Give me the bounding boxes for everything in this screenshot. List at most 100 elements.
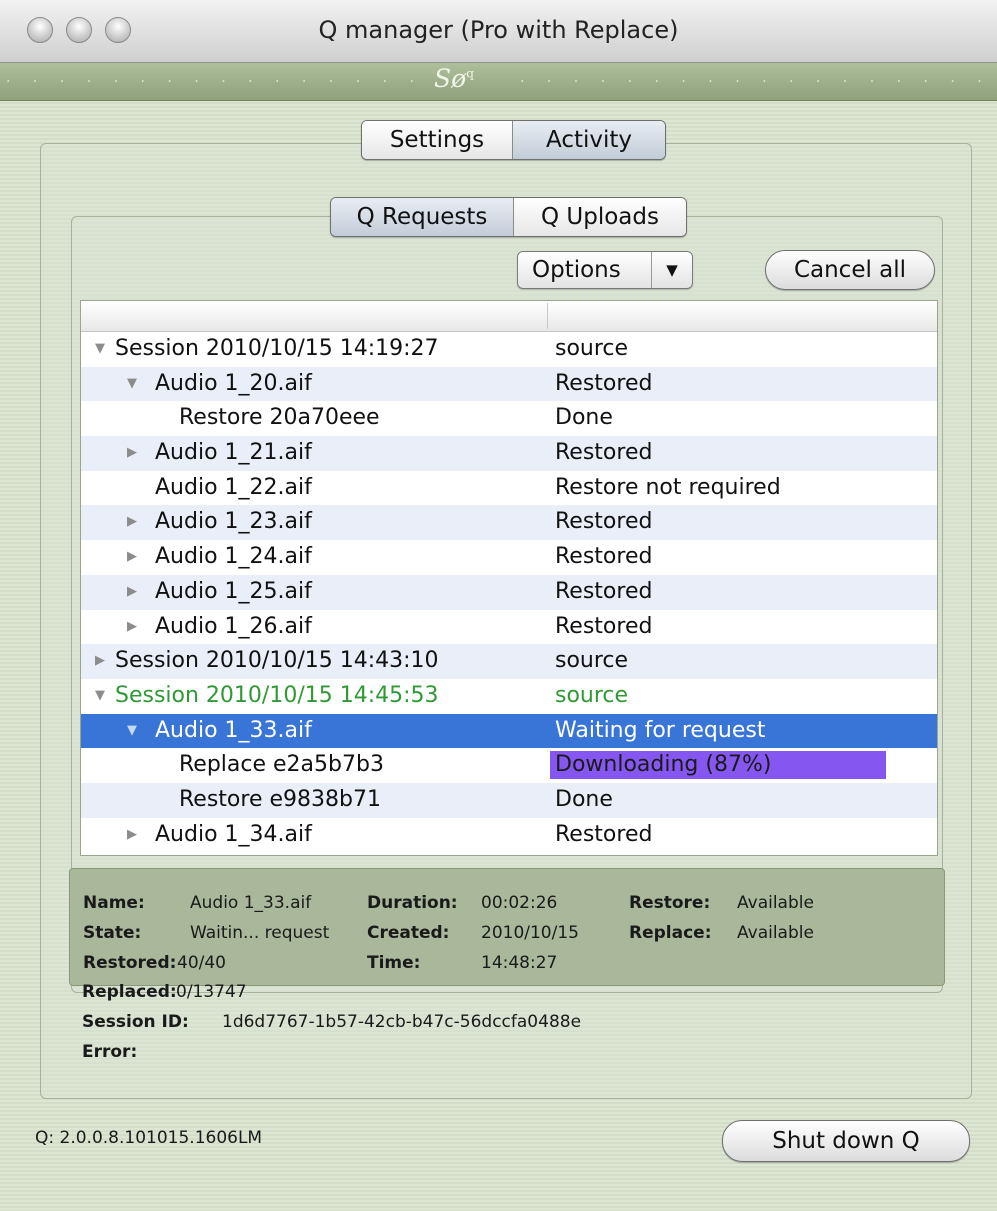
- disclosure-collapsed-icon[interactable]: ▶: [127, 818, 137, 852]
- row-name: Audio 1_24.aif: [155, 544, 312, 570]
- replace-value: Available: [737, 923, 814, 943]
- file-row[interactable]: Audio 1_22.aif Restore not required: [81, 471, 937, 506]
- sub-tab-control: Q Requests Q Uploads: [330, 197, 687, 237]
- detail-panel: Name: Audio 1_33.aif Duration: 00:02:26 …: [69, 868, 945, 986]
- q-manager-window: Q manager (Pro with Replace) . . . . . .…: [0, 0, 997, 1211]
- row-status: Waiting for request: [555, 717, 766, 743]
- window-title: Q manager (Pro with Replace): [318, 16, 679, 44]
- options-popup[interactable]: Options ▼: [517, 251, 693, 289]
- row-status: Done: [555, 786, 613, 812]
- session-id-value: 1d6d7767-1b57-42cb-b47c-56dccfa0488e: [222, 1012, 582, 1032]
- disclosure-collapsed-icon[interactable]: ▶: [127, 610, 137, 644]
- disclosure-expanded-icon[interactable]: ▼: [127, 367, 137, 401]
- row-status: source: [555, 682, 629, 708]
- row-name: Audio 1_23.aif: [155, 509, 312, 535]
- row-name: Restore 20a70eee: [179, 405, 380, 431]
- table-header[interactable]: [81, 301, 937, 332]
- brand-dots-right: . . . . . . . . . . . . . . . . . . . . …: [520, 70, 997, 86]
- download-progress-bar: Downloading (87%): [550, 751, 886, 780]
- row-name: Session 2010/10/15 14:45:53: [115, 682, 439, 708]
- created-label: Created:: [367, 923, 450, 943]
- cancel-all-button[interactable]: Cancel all: [765, 250, 935, 290]
- row-name: Session 2010/10/15 14:19:27: [115, 336, 439, 361]
- row-status: Restored: [555, 440, 653, 466]
- state-value: Waitin... request: [190, 923, 330, 943]
- session-row[interactable]: ▼ Session 2010/10/15 14:45:53 source: [81, 679, 937, 714]
- brand-bar: . . . . . . . . . . . . . . . . . . . . …: [0, 63, 997, 101]
- row-status: source: [555, 648, 629, 674]
- row-status: Restored: [555, 578, 653, 604]
- created-value: 2010/10/15: [481, 923, 579, 943]
- restore-value: Available: [737, 893, 814, 913]
- time-value: 14:48:27: [481, 953, 558, 973]
- disclosure-collapsed-icon[interactable]: ▶: [127, 540, 137, 574]
- row-name: Audio 1_26.aif: [155, 613, 312, 639]
- tab-settings[interactable]: Settings: [362, 121, 512, 159]
- file-row[interactable]: ▶ Audio 1_24.aif Restored: [81, 540, 937, 575]
- disclosure-collapsed-icon[interactable]: ▶: [95, 644, 105, 678]
- disclosure-collapsed-icon[interactable]: ▶: [127, 505, 137, 539]
- chevron-down-icon: ▼: [651, 252, 692, 288]
- state-label: State:: [83, 923, 142, 943]
- row-status: Restore not required: [555, 474, 781, 500]
- session-row[interactable]: ▶ Session 2010/10/15 14:43:10 source: [81, 644, 937, 679]
- file-row[interactable]: ▼ Audio 1_20.aif Restored: [81, 366, 937, 402]
- duration-label: Duration:: [367, 893, 458, 913]
- restore-label: Restore:: [629, 893, 711, 913]
- version-label: Q: 2.0.0.8.101015.1606LM: [35, 1128, 263, 1148]
- row-name: Restore e9838b71: [179, 786, 381, 812]
- shut-down-button[interactable]: Shut down Q: [722, 1120, 970, 1162]
- disclosure-expanded-icon[interactable]: ▼: [95, 679, 105, 713]
- file-row[interactable]: ▼ Audio 1_33.aif Waiting for request: [81, 713, 937, 749]
- options-label: Options: [532, 257, 621, 283]
- row-name: Audio 1_20.aif: [155, 370, 312, 396]
- disclosure-collapsed-icon[interactable]: ▶: [127, 575, 137, 609]
- row-name: Audio 1_33.aif: [155, 717, 312, 743]
- replaced-value: 0/13747: [176, 982, 247, 1002]
- task-row[interactable]: Restore e9838b71 Done: [81, 782, 937, 818]
- task-row[interactable]: Replace e2a5b7b3 Downloading (87%): [81, 748, 937, 783]
- tab-q-requests[interactable]: Q Requests: [331, 198, 513, 236]
- row-status: Done: [555, 405, 613, 431]
- task-row[interactable]: Restore 20a70eee Done: [81, 401, 937, 436]
- row-name: Audio 1_34.aif: [155, 821, 312, 847]
- replaced-label: Replaced:: [82, 982, 177, 1002]
- column-divider: [547, 303, 548, 329]
- row-name: Replace e2a5b7b3: [179, 752, 384, 778]
- duration-value: 00:02:26: [481, 893, 558, 913]
- logo-text: Sø: [434, 64, 467, 93]
- error-label: Error:: [82, 1042, 138, 1062]
- row-status: Restored: [555, 370, 653, 396]
- file-row[interactable]: ▶ Audio 1_34.aif Restored: [81, 818, 937, 853]
- disclosure-collapsed-icon[interactable]: ▶: [127, 436, 137, 470]
- main-tab-control: Settings Activity: [361, 120, 666, 160]
- row-status: Restored: [555, 544, 653, 570]
- brand-dots-left: . . . . . . . . . . . . . . . . . . . . …: [6, 70, 426, 86]
- brand-logo: Søq: [434, 64, 474, 93]
- row-status: Restored: [555, 613, 653, 639]
- session-row[interactable]: ▼ Session 2010/10/15 14:19:27 source: [81, 332, 937, 367]
- name-value: Audio 1_33.aif: [190, 893, 312, 913]
- title-bar[interactable]: Q manager (Pro with Replace): [0, 0, 997, 63]
- row-status: source: [555, 336, 629, 361]
- tab-activity[interactable]: Activity: [512, 121, 665, 159]
- session-id-label: Session ID:: [82, 1012, 189, 1032]
- row-status: Restored: [555, 821, 653, 847]
- table-body: ▼ Session 2010/10/15 14:19:27 source ▼ Audio…: [81, 332, 937, 852]
- file-row[interactable]: ▶ Audio 1_23.aif Restored: [81, 505, 937, 541]
- logo-superscript: q: [466, 66, 474, 81]
- restored-label: Restored:: [83, 953, 177, 973]
- requests-table[interactable]: ▼ Session 2010/10/15 14:19:27 source ▼ Audio…: [80, 300, 938, 856]
- tab-q-uploads[interactable]: Q Uploads: [513, 198, 686, 236]
- restored-value: 40/40: [177, 953, 226, 973]
- row-name: Audio 1_22.aif: [155, 474, 312, 500]
- replace-label: Replace:: [629, 923, 712, 943]
- disclosure-expanded-icon[interactable]: ▼: [127, 714, 137, 748]
- file-row[interactable]: ▶ Audio 1_26.aif Restored: [81, 610, 937, 645]
- file-row[interactable]: ▶ Audio 1_25.aif Restored: [81, 574, 937, 610]
- file-row[interactable]: ▶ Audio 1_21.aif Restored: [81, 436, 937, 471]
- row-name: Audio 1_25.aif: [155, 578, 312, 604]
- row-name: Session 2010/10/15 14:43:10: [115, 648, 439, 674]
- row-name: Audio 1_21.aif: [155, 440, 312, 466]
- disclosure-expanded-icon[interactable]: ▼: [95, 332, 105, 366]
